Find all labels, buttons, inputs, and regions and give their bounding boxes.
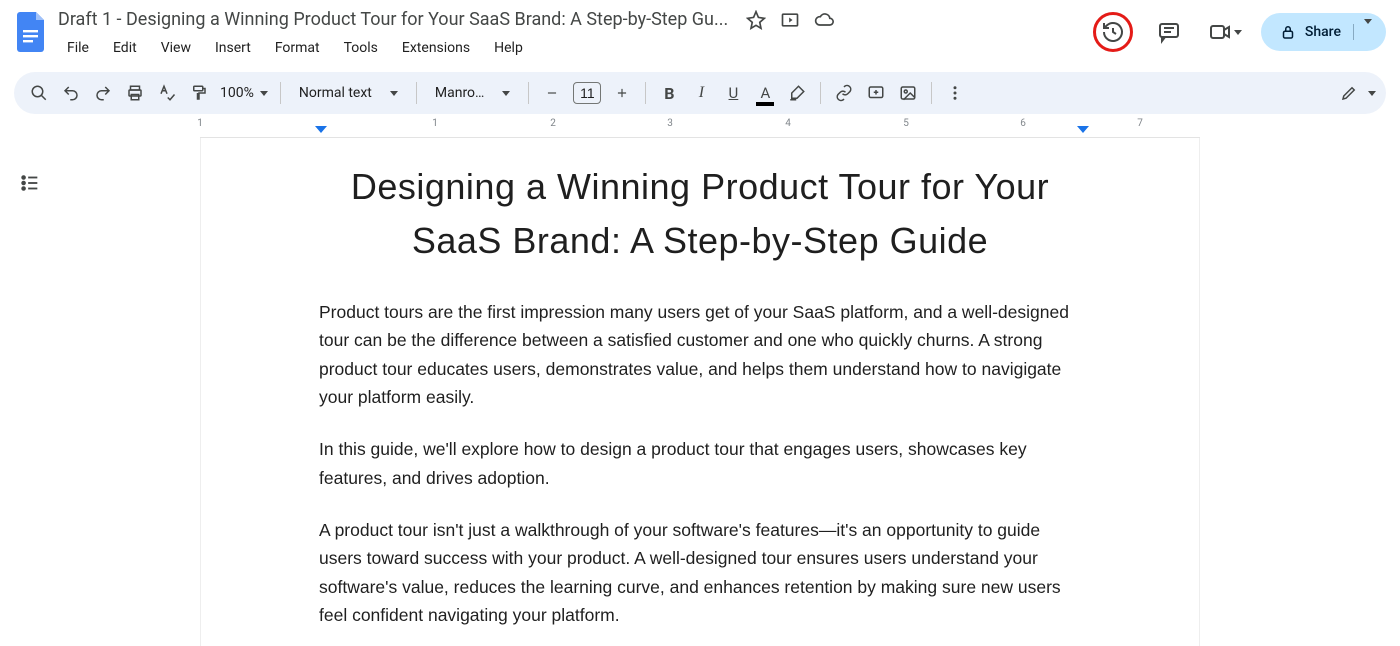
chevron-down-icon xyxy=(502,91,510,96)
menu-file[interactable]: File xyxy=(58,36,98,60)
share-label: Share xyxy=(1305,24,1341,40)
menu-tools[interactable]: Tools xyxy=(335,36,387,60)
document-heading[interactable]: Designing a Winning Product Tour for You… xyxy=(319,160,1081,268)
zoom-select[interactable]: 100% xyxy=(216,85,272,101)
paragraph[interactable]: A product tour isn't just a walkthrough … xyxy=(319,516,1081,629)
menu-help[interactable]: Help xyxy=(485,36,532,60)
menu-bar: File Edit View Insert Format Tools Exten… xyxy=(58,36,1093,60)
docs-logo[interactable] xyxy=(14,8,50,56)
menu-extensions[interactable]: Extensions xyxy=(393,36,479,60)
chevron-down-icon xyxy=(1234,30,1242,35)
title-bar: Draft 1 - Designing a Winning Product To… xyxy=(0,0,1400,68)
redo-button[interactable] xyxy=(88,78,118,108)
document-title[interactable]: Draft 1 - Designing a Winning Product To… xyxy=(58,8,728,32)
menu-format[interactable]: Format xyxy=(266,36,329,60)
cloud-status-icon[interactable] xyxy=(814,10,834,30)
paint-format-button[interactable] xyxy=(184,78,214,108)
chevron-down-icon xyxy=(1364,19,1372,40)
paragraph[interactable]: Product tours are the first impression m… xyxy=(319,298,1081,411)
paragraph[interactable]: In this guide, we'll explore how to desi… xyxy=(319,435,1081,492)
font-size-input[interactable] xyxy=(573,82,601,104)
chevron-down-icon[interactable] xyxy=(1368,91,1376,96)
increase-font-size-button[interactable] xyxy=(607,78,637,108)
decrease-font-size-button[interactable] xyxy=(537,78,567,108)
menu-edit[interactable]: Edit xyxy=(104,36,146,60)
print-button[interactable] xyxy=(120,78,150,108)
menu-insert[interactable]: Insert xyxy=(206,36,260,60)
toolbar: 100% Normal text Manro… B I U A xyxy=(14,72,1386,114)
page[interactable]: Designing a Winning Product Tour for You… xyxy=(200,138,1200,646)
comment-history-button[interactable] xyxy=(1149,12,1189,52)
font-size-stepper xyxy=(537,78,637,108)
left-indent-marker[interactable] xyxy=(315,126,327,133)
move-icon[interactable] xyxy=(780,10,800,30)
underline-button[interactable]: U xyxy=(718,78,748,108)
chevron-down-icon xyxy=(390,91,398,96)
insert-image-button[interactable] xyxy=(893,78,923,108)
share-button[interactable]: Share xyxy=(1261,13,1386,51)
highlight-color-button[interactable] xyxy=(782,78,812,108)
paragraph-styles-select[interactable]: Normal text xyxy=(289,85,408,101)
text-color-button[interactable]: A xyxy=(750,78,780,108)
spellcheck-button[interactable] xyxy=(152,78,182,108)
editor-area: Designing a Winning Product Tour for You… xyxy=(0,138,1400,646)
right-indent-marker[interactable] xyxy=(1077,126,1089,133)
search-menus-button[interactable] xyxy=(24,78,54,108)
chevron-down-icon xyxy=(260,91,268,96)
version-history-button[interactable] xyxy=(1093,12,1133,52)
more-button[interactable] xyxy=(940,78,970,108)
insert-link-button[interactable] xyxy=(829,78,859,108)
editing-mode-button[interactable] xyxy=(1334,78,1364,108)
italic-button[interactable]: I xyxy=(686,78,716,108)
menu-view[interactable]: View xyxy=(152,36,200,60)
add-comment-button[interactable] xyxy=(861,78,891,108)
bold-button[interactable]: B xyxy=(654,78,684,108)
font-family-select[interactable]: Manro… xyxy=(425,85,521,101)
meet-button[interactable] xyxy=(1205,12,1245,52)
outline-button[interactable] xyxy=(19,172,41,646)
undo-button[interactable] xyxy=(56,78,86,108)
star-icon[interactable] xyxy=(746,10,766,30)
ruler[interactable]: 1 1 2 3 4 5 6 7 xyxy=(0,118,1400,138)
